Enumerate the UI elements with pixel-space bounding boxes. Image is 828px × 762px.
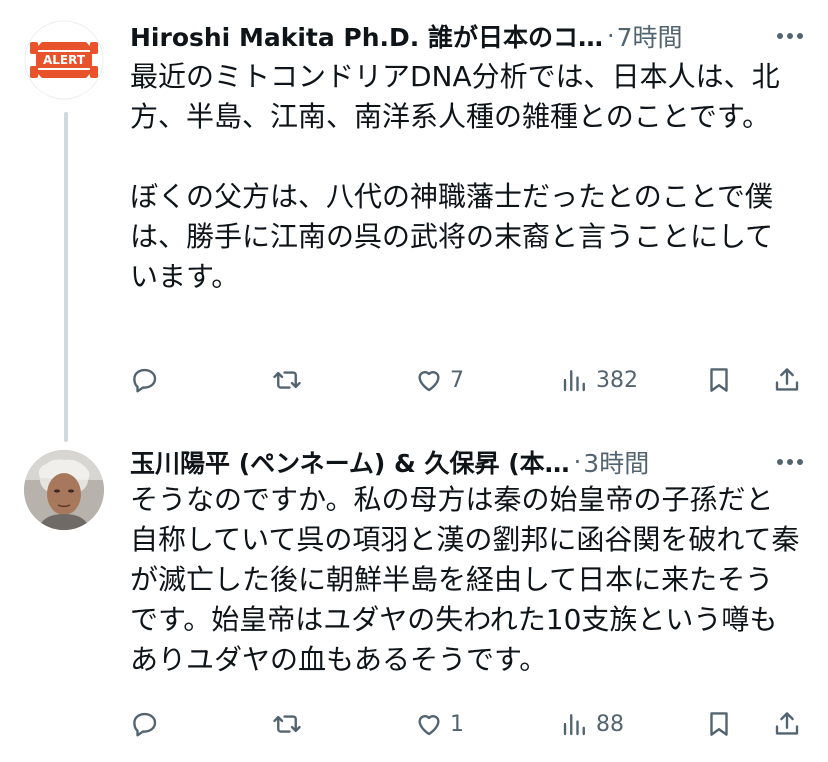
share-button[interactable] (772, 360, 802, 400)
share-upload-icon (775, 368, 799, 391)
views-bars-icon (563, 370, 585, 392)
share-upload-icon (775, 712, 799, 735)
retweet-button[interactable] (272, 360, 308, 400)
bookmark-button[interactable] (704, 360, 734, 400)
like-button[interactable]: 7 (414, 360, 464, 400)
reply-bubble-icon (133, 712, 157, 737)
retweet-arrows-icon (273, 715, 301, 733)
author-name[interactable]: Hiroshi Makita Ph.D. 誰が日本のコ… (130, 18, 603, 54)
share-button[interactable] (772, 704, 802, 744)
reply-bubble-icon (133, 368, 157, 393)
timestamp[interactable]: 3時間 (583, 444, 649, 480)
bookmark-icon (710, 368, 728, 392)
action-bar: 1 88 (130, 704, 810, 744)
alert-logo-icon: ALERT (24, 20, 104, 100)
tweet-text: 最近のミトコンドリアDNA分析では、日本人は、北方、半島、江南、南洋系人種の雑種… (130, 57, 800, 297)
views-bars-icon (563, 714, 585, 736)
reply-button[interactable] (130, 360, 166, 400)
timestamp[interactable]: 7時間 (617, 18, 683, 54)
like-button[interactable]: 1 (414, 704, 464, 744)
tweet-1[interactable]: ALERT Hiroshi Makita Ph.D. 誰が日本のコ… · 7時間… (0, 0, 828, 440)
reply-button[interactable] (130, 704, 166, 744)
views-count: 88 (596, 711, 624, 737)
svg-text:ALERT: ALERT (43, 53, 86, 67)
more-dots-icon[interactable] (772, 16, 808, 56)
views-button[interactable]: 88 (560, 704, 624, 744)
tweet-paragraph: そうなのですか。私の母方は秦の始皇帝の子孫だと自称していて呉の項羽と漢の劉邦に函… (130, 483, 800, 676)
tweet-paragraph: ぼくの父方は、八代の神職藩士だったとのことで僕は、勝手に江南の呉の武将の末裔と言… (130, 180, 774, 293)
dot-separator: · (573, 448, 582, 476)
retweet-arrows-icon (273, 371, 301, 389)
bookmark-button[interactable] (704, 704, 734, 744)
tweet-2[interactable]: 玉川陽平 (ペンネーム) & 久保昇 (本… · 3時間 そうなのですか。私の母… (0, 440, 828, 762)
avatar[interactable] (24, 450, 104, 530)
views-button[interactable]: 382 (560, 360, 638, 400)
tweet-paragraph: 最近のミトコンドリアDNA分析では、日本人は、北方、半島、江南、南洋系人種の雑種… (130, 60, 780, 133)
retweet-button[interactable] (272, 704, 308, 744)
tweet-text: そうなのですか。私の母方は秦の始皇帝の子孫だと自称していて呉の項羽と漢の劉邦に函… (130, 480, 800, 680)
views-count: 382 (596, 367, 638, 393)
action-bar: 7 382 (130, 360, 810, 400)
author-name[interactable]: 玉川陽平 (ペンネーム) & 久保昇 (本… (130, 444, 570, 480)
tweet-header: Hiroshi Makita Ph.D. 誰が日本のコ… · 7時間 (130, 16, 808, 56)
heart-icon (418, 715, 440, 736)
like-count: 1 (450, 711, 464, 737)
person-photo-icon (24, 450, 104, 530)
more-dots-icon[interactable] (772, 442, 808, 482)
dot-separator: · (607, 22, 615, 50)
tweet-header: 玉川陽平 (ペンネーム) & 久保昇 (本… · 3時間 (130, 442, 808, 482)
like-count: 7 (450, 367, 464, 393)
bookmark-icon (710, 712, 728, 736)
avatar[interactable]: ALERT (24, 20, 104, 100)
heart-icon (418, 371, 440, 392)
